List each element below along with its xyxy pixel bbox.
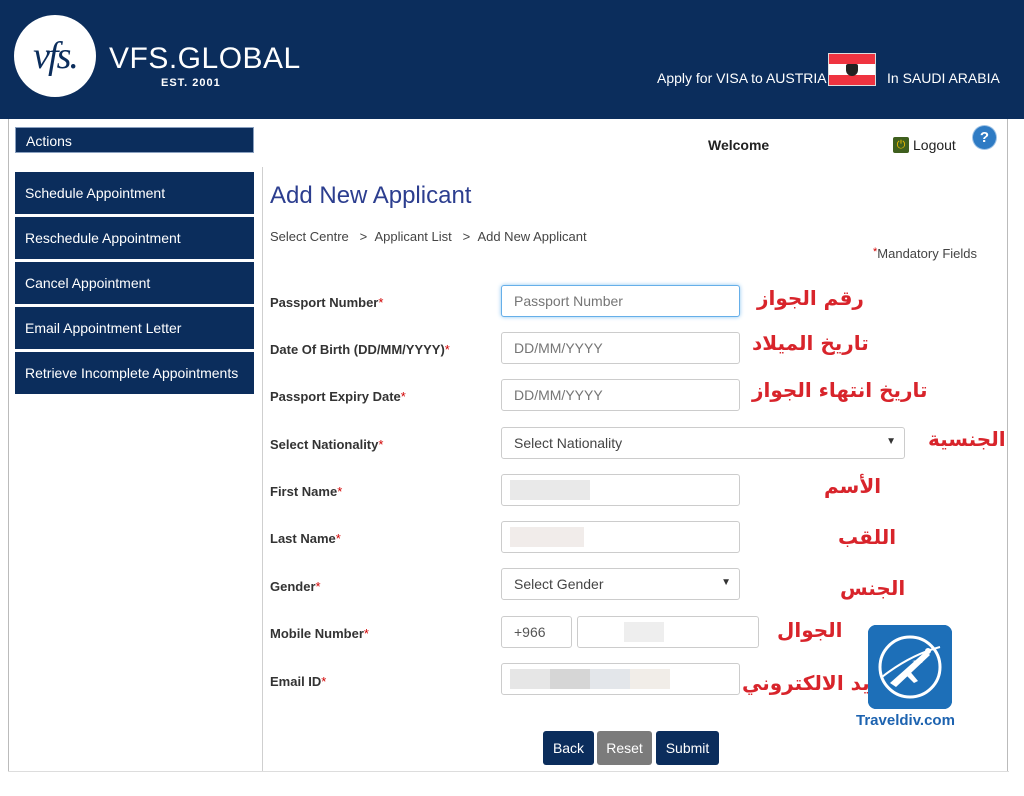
- required-star: *: [321, 674, 327, 689]
- label-text: Gender: [270, 579, 316, 594]
- email-input[interactable]: [501, 663, 740, 695]
- back-button[interactable]: Back: [543, 731, 594, 765]
- arabic-annotation-last-name: اللقب: [838, 525, 897, 549]
- sidebar-title: Actions: [15, 127, 254, 153]
- chevron-down-icon: ▼: [886, 436, 896, 447]
- chevron-down-icon: ▼: [721, 577, 731, 588]
- required-star: *: [400, 389, 406, 404]
- arabic-annotation-dob: تاريخ الميلاد: [752, 331, 869, 355]
- breadcrumb: Select Centre > Applicant List > Add New…: [270, 229, 587, 244]
- first-name-input[interactable]: [501, 474, 740, 506]
- email-label: Email ID*: [270, 674, 326, 689]
- page-title: Add New Applicant: [270, 182, 472, 209]
- welcome-text: Welcome: [708, 137, 770, 153]
- last-name-label: Last Name*: [270, 531, 341, 546]
- reset-button[interactable]: Reset: [597, 731, 652, 765]
- power-icon[interactable]: ⏻: [893, 137, 909, 153]
- arabic-annotation-first-name: الأسم: [824, 474, 882, 498]
- breadcrumb-space: [470, 229, 477, 244]
- vfs-logo-est: EST. 2001: [161, 77, 221, 89]
- required-star: *: [363, 626, 369, 641]
- country-location-text: In SAUDI ARABIA: [887, 70, 1000, 86]
- austria-flag-icon: [828, 53, 876, 86]
- gender-select[interactable]: Select Gender ▼: [501, 568, 740, 600]
- required-star: *: [444, 342, 450, 357]
- passport-number-input[interactable]: [501, 285, 740, 317]
- gender-selected-value: Select Gender: [514, 576, 604, 592]
- breadcrumb-separator: >: [359, 229, 368, 244]
- first-name-label: First Name*: [270, 484, 342, 499]
- required-star: *: [378, 295, 384, 310]
- dob-label: Date Of Birth (DD/MM/YYYY)*: [270, 342, 450, 357]
- vfs-logo-mark: vfs.: [14, 15, 96, 97]
- dob-input[interactable]: [501, 332, 740, 364]
- apply-for-visa-text: Apply for VISA to AUSTRIA: [657, 70, 827, 86]
- arabic-annotation-passport-expiry: تاريخ انتهاء الجواز: [752, 378, 928, 402]
- sidebar-item-retrieve-incomplete[interactable]: Retrieve Incomplete Appointments: [15, 352, 254, 394]
- redacted-value: [510, 527, 584, 547]
- vfs-logo[interactable]: vfs. VFS.GLOBAL EST. 2001: [8, 10, 300, 110]
- label-text: Email ID: [270, 674, 322, 689]
- sidebar-item-cancel-appointment[interactable]: Cancel Appointment: [15, 262, 254, 304]
- label-text: Date Of Birth (DD/MM/YYYY): [270, 342, 445, 357]
- sidebar-item-email-appointment-letter[interactable]: Email Appointment Letter: [15, 307, 254, 349]
- breadcrumb-applicant-list[interactable]: Applicant List: [374, 229, 451, 244]
- sidebar-item-reschedule-appointment[interactable]: Reschedule Appointment: [15, 217, 254, 259]
- arabic-annotation-nationality: الجنسية: [928, 427, 1006, 451]
- label-text: Passport Number: [270, 295, 379, 310]
- traveldiv-logo-icon: [868, 625, 952, 709]
- arabic-annotation-gender: الجنس: [840, 576, 906, 600]
- required-star: *: [337, 484, 343, 499]
- gender-label: Gender*: [270, 579, 321, 594]
- sidebar: Schedule Appointment Reschedule Appointm…: [15, 172, 254, 397]
- mobile-country-code-input[interactable]: +966: [501, 616, 572, 648]
- breadcrumb-separator: >: [462, 229, 471, 244]
- watermark-text: Traveldiv.com: [856, 712, 955, 729]
- label-text: Mobile Number: [270, 626, 364, 641]
- label-text: Last Name: [270, 531, 336, 546]
- breadcrumb-space: [367, 229, 374, 244]
- label-text: Passport Expiry Date: [270, 389, 401, 404]
- logout-link[interactable]: Logout: [913, 137, 956, 153]
- mandatory-fields-note: *Mandatory Fields: [873, 246, 977, 261]
- breadcrumb-current: Add New Applicant: [477, 229, 587, 244]
- redacted-value: [510, 669, 670, 689]
- nationality-selected-value: Select Nationality: [514, 435, 623, 451]
- site-header: vfs. VFS.GLOBAL EST. 2001 Apply for VISA…: [0, 0, 1024, 119]
- breadcrumb-space: [452, 229, 463, 244]
- required-star: *: [335, 531, 341, 546]
- sidebar-item-schedule-appointment[interactable]: Schedule Appointment: [15, 172, 254, 214]
- required-star: *: [315, 579, 321, 594]
- arabic-annotation-mobile: الجوال: [777, 618, 843, 642]
- redacted-value: [624, 622, 664, 642]
- submit-button[interactable]: Submit: [656, 731, 719, 765]
- mobile-number-label: Mobile Number*: [270, 626, 369, 641]
- label-text: Select Nationality: [270, 437, 379, 452]
- label-text: First Name: [270, 484, 338, 499]
- passport-number-label: Passport Number*: [270, 295, 383, 310]
- required-star: *: [378, 437, 384, 452]
- redacted-value: [510, 480, 590, 500]
- divider: [262, 167, 263, 771]
- breadcrumb-separator: [349, 229, 360, 244]
- last-name-input[interactable]: [501, 521, 740, 553]
- help-icon[interactable]: ?: [973, 126, 996, 149]
- passport-expiry-label: Passport Expiry Date*: [270, 389, 406, 404]
- mandatory-fields-text: Mandatory Fields: [877, 246, 977, 261]
- nationality-label: Select Nationality*: [270, 437, 383, 452]
- bottom-divider: [8, 771, 1009, 772]
- breadcrumb-select-centre[interactable]: Select Centre: [270, 229, 349, 244]
- nationality-select[interactable]: Select Nationality ▼: [501, 427, 905, 459]
- mobile-number-input[interactable]: [577, 616, 759, 648]
- arabic-annotation-passport-number: رقم الجواز: [757, 286, 864, 310]
- vfs-logo-name: VFS.GLOBAL: [109, 42, 301, 75]
- passport-expiry-input[interactable]: [501, 379, 740, 411]
